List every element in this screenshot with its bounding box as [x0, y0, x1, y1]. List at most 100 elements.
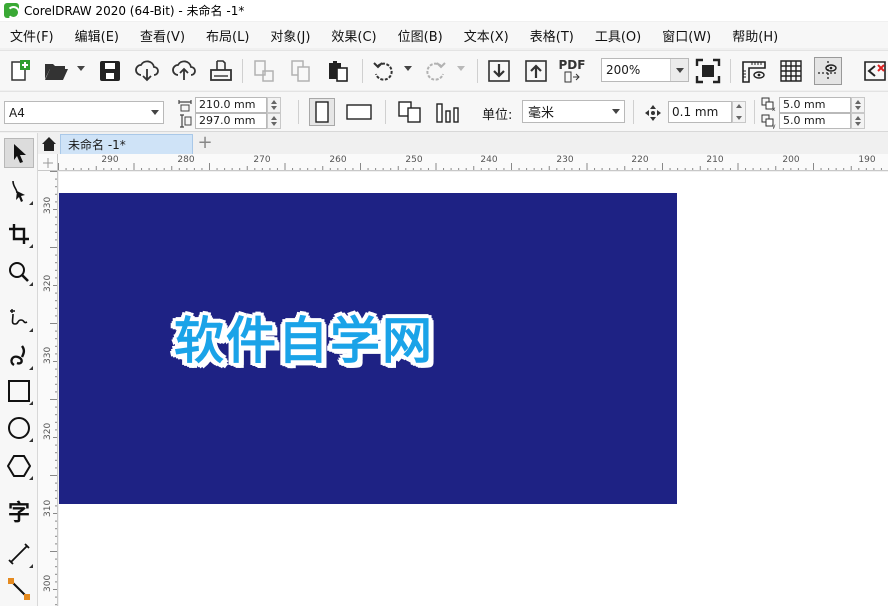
save-icon[interactable]	[96, 57, 124, 85]
snap-to-icon[interactable]	[860, 57, 888, 85]
ruler-label: 260	[329, 155, 347, 165]
menu-tools[interactable]: 工具(O)	[595, 26, 641, 45]
freehand-tool-icon[interactable]	[4, 303, 34, 333]
page-size-dropdown-icon[interactable]	[147, 102, 163, 123]
page-height-spinner[interactable]	[267, 113, 281, 129]
cloud-download-icon[interactable]	[133, 57, 161, 85]
toolbar-separator	[242, 59, 243, 83]
menu-effects[interactable]: 效果(C)	[331, 26, 376, 45]
menu-view[interactable]: 查看(V)	[140, 26, 185, 45]
zoom-level-select[interactable]: 200%	[601, 58, 689, 82]
cloud-upload-icon[interactable]	[170, 57, 198, 85]
nudge-distance-spinner[interactable]	[732, 101, 746, 123]
zoom-tool-icon[interactable]	[4, 257, 34, 287]
artwork-text[interactable]: 软件自学网	[174, 301, 434, 373]
redo-dropdown-icon[interactable]	[457, 66, 465, 71]
ruler-origin[interactable]	[38, 154, 58, 171]
menu-bitmaps[interactable]: 位图(B)	[398, 26, 443, 45]
open-dropdown-icon[interactable]	[77, 66, 85, 71]
print-icon[interactable]	[207, 57, 235, 85]
zoom-dropdown-icon[interactable]	[670, 59, 688, 81]
shape-tool-icon[interactable]	[4, 176, 34, 206]
units-dropdown-icon[interactable]	[608, 109, 624, 114]
landscape-orientation-icon[interactable]	[344, 98, 374, 126]
drawing-canvas[interactable]: 软件自学网	[59, 172, 888, 606]
standard-toolbar: PDF	[0, 50, 888, 90]
open-folder-icon[interactable]	[42, 57, 70, 85]
menu-edit[interactable]: 编辑(E)	[75, 26, 119, 45]
horizontal-ruler[interactable]: 290 280 270 260 250 240 230 220 210 200 …	[58, 154, 888, 171]
export-icon[interactable]	[522, 57, 550, 85]
parallel-dimension-tool-icon[interactable]	[4, 539, 34, 569]
svg-text:y: y	[772, 123, 776, 129]
duplicate-y-spinner[interactable]	[851, 113, 865, 129]
menu-window[interactable]: 窗口(W)	[662, 26, 711, 45]
property-bar: A4 210.0 mm 297.0 mm 单位: 0.1 mm x y 5.0 …	[0, 91, 888, 132]
blue-rectangle[interactable]: 软件自学网	[59, 193, 677, 504]
page-width-spinner[interactable]	[267, 97, 281, 113]
ruler-label: 290	[101, 155, 119, 165]
menu-text[interactable]: 文本(X)	[464, 26, 509, 45]
menu-bar: 文件(F) 编辑(E) 查看(V) 布局(L) 对象(J) 效果(C) 位图(B…	[0, 22, 888, 48]
ruler-label: 230	[556, 155, 574, 165]
artistic-media-tool-icon[interactable]	[4, 341, 34, 371]
connector-tool-icon[interactable]	[4, 575, 34, 605]
rectangle-tool-icon[interactable]	[4, 376, 34, 406]
page-size-select[interactable]: A4	[4, 101, 164, 124]
all-pages-icon[interactable]	[395, 98, 425, 126]
ruler-label: 220	[631, 155, 649, 165]
tab-document[interactable]: 未命名 -1*	[60, 134, 193, 154]
ruler-label: 250	[405, 155, 423, 165]
paste-icon[interactable]	[324, 57, 352, 85]
import-icon[interactable]	[485, 57, 513, 85]
undo-icon[interactable]	[370, 57, 398, 85]
toolbar-separator	[385, 100, 386, 124]
show-rulers-icon[interactable]	[740, 57, 768, 85]
publish-pdf-button[interactable]: PDF	[558, 57, 586, 85]
vertical-ruler[interactable]: 330 320 330 320 310 300	[38, 171, 58, 606]
ruler-label: 330	[43, 196, 53, 214]
menu-file[interactable]: 文件(F)	[10, 26, 54, 45]
toolbar-separator	[754, 100, 755, 124]
portrait-orientation-icon[interactable]	[309, 98, 335, 126]
crop-tool-icon[interactable]	[4, 219, 34, 249]
units-select[interactable]: 毫米	[522, 100, 625, 123]
duplicate-distance-y-icon: y	[761, 114, 777, 130]
ruler-label: 320	[43, 422, 53, 440]
show-guidelines-icon[interactable]	[814, 57, 842, 85]
menu-table[interactable]: 表格(T)	[530, 26, 574, 45]
show-grid-icon[interactable]	[777, 57, 805, 85]
home-tab-icon[interactable]	[40, 135, 58, 153]
toolbar-separator	[730, 59, 731, 83]
text-tool-icon[interactable]: 字	[4, 496, 34, 526]
undo-dropdown-icon[interactable]	[404, 66, 412, 71]
full-screen-icon[interactable]	[694, 57, 722, 85]
copy-icon[interactable]	[287, 57, 315, 85]
page-height-input[interactable]: 297.0 mm	[195, 113, 267, 129]
page-width-input[interactable]: 210.0 mm	[195, 97, 267, 113]
menu-layout[interactable]: 布局(L)	[206, 26, 249, 45]
toolbox: 字	[0, 133, 38, 606]
ellipse-tool-icon[interactable]	[4, 413, 34, 443]
ruler-label: 280	[177, 155, 195, 165]
menu-object[interactable]: 对象(J)	[270, 26, 310, 45]
ruler-label: 210	[706, 155, 724, 165]
page-height-icon	[178, 114, 192, 128]
new-document-icon[interactable]	[5, 57, 33, 85]
pick-tool-icon[interactable]	[4, 138, 34, 168]
redo-icon[interactable]	[421, 57, 449, 85]
units-value: 毫米	[528, 106, 555, 121]
nudge-distance-input[interactable]: 0.1 mm	[668, 101, 732, 123]
cut-icon[interactable]	[250, 57, 278, 85]
polygon-tool-icon[interactable]	[4, 451, 34, 481]
menu-help[interactable]: 帮助(H)	[732, 26, 778, 45]
page-size-value: A4	[9, 105, 25, 120]
current-page-icon[interactable]	[433, 98, 463, 126]
duplicate-x-spinner[interactable]	[851, 97, 865, 113]
ruler-label: 200	[782, 155, 800, 165]
duplicate-y-input[interactable]: 5.0 mm	[779, 113, 851, 129]
tab-document-label: 未命名 -1*	[68, 138, 126, 152]
duplicate-x-input[interactable]: 5.0 mm	[779, 97, 851, 113]
units-label: 单位:	[482, 108, 513, 123]
add-tab-icon[interactable]: +	[196, 134, 214, 153]
